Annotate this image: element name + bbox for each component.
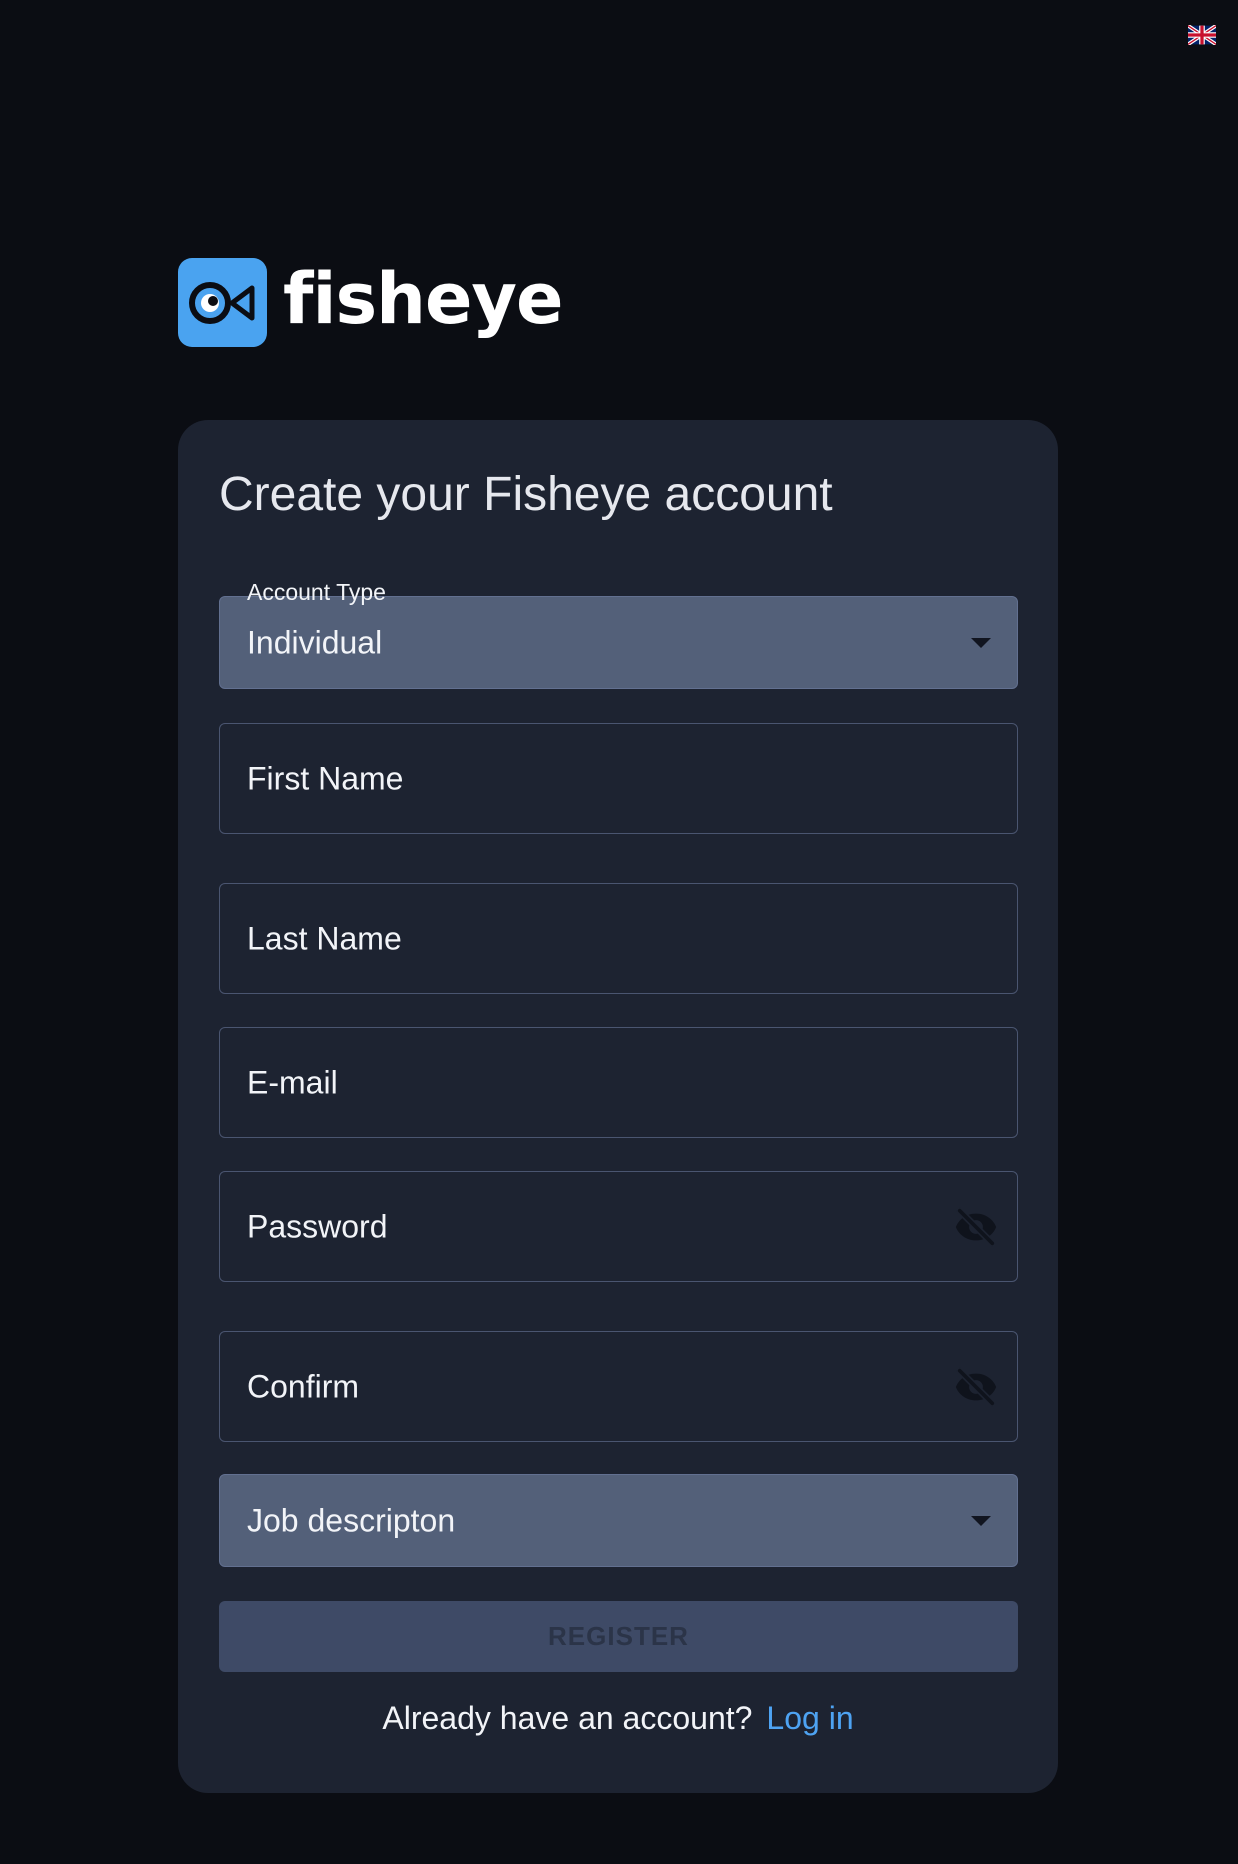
job-description-placeholder: Job descripton	[247, 1502, 456, 1538]
page-title: Create your Fisheye account	[219, 468, 833, 521]
chevron-down-icon	[971, 637, 991, 648]
fisheye-logo-icon	[178, 258, 267, 347]
login-prompt-row: Already have an account? Log in	[178, 1700, 1058, 1737]
confirm-password-field[interactable]: Confirm	[219, 1331, 1018, 1442]
email-placeholder: E-mail	[247, 1064, 338, 1100]
brand-logo: fisheye	[178, 257, 564, 347]
confirm-placeholder: Confirm	[247, 1368, 360, 1404]
register-card: Create your Fisheye account Account Type…	[178, 420, 1058, 1793]
last-name-field[interactable]: Last Name	[219, 883, 1018, 994]
job-description-select[interactable]: Job descripton	[219, 1474, 1018, 1567]
password-placeholder: Password	[247, 1208, 388, 1244]
first-name-field[interactable]: First Name	[219, 723, 1018, 834]
eye-off-icon[interactable]	[953, 1364, 999, 1410]
login-link[interactable]: Log in	[766, 1700, 853, 1736]
brand-name: fisheye	[283, 257, 564, 340]
last-name-placeholder: Last Name	[247, 920, 402, 956]
uk-flag-icon[interactable]	[1188, 25, 1216, 45]
login-prompt-text: Already have an account?	[382, 1700, 753, 1736]
eye-off-icon[interactable]	[953, 1204, 999, 1250]
chevron-down-icon	[971, 1515, 991, 1526]
password-field[interactable]: Password	[219, 1171, 1018, 1282]
first-name-placeholder: First Name	[247, 760, 404, 796]
account-type-value: Individual	[247, 624, 383, 660]
account-type-label: Account Type	[247, 579, 386, 605]
account-type-select[interactable]: Account Type Individual	[219, 581, 1018, 689]
register-button[interactable]: REGISTER	[219, 1601, 1018, 1672]
email-field[interactable]: E-mail	[219, 1027, 1018, 1138]
